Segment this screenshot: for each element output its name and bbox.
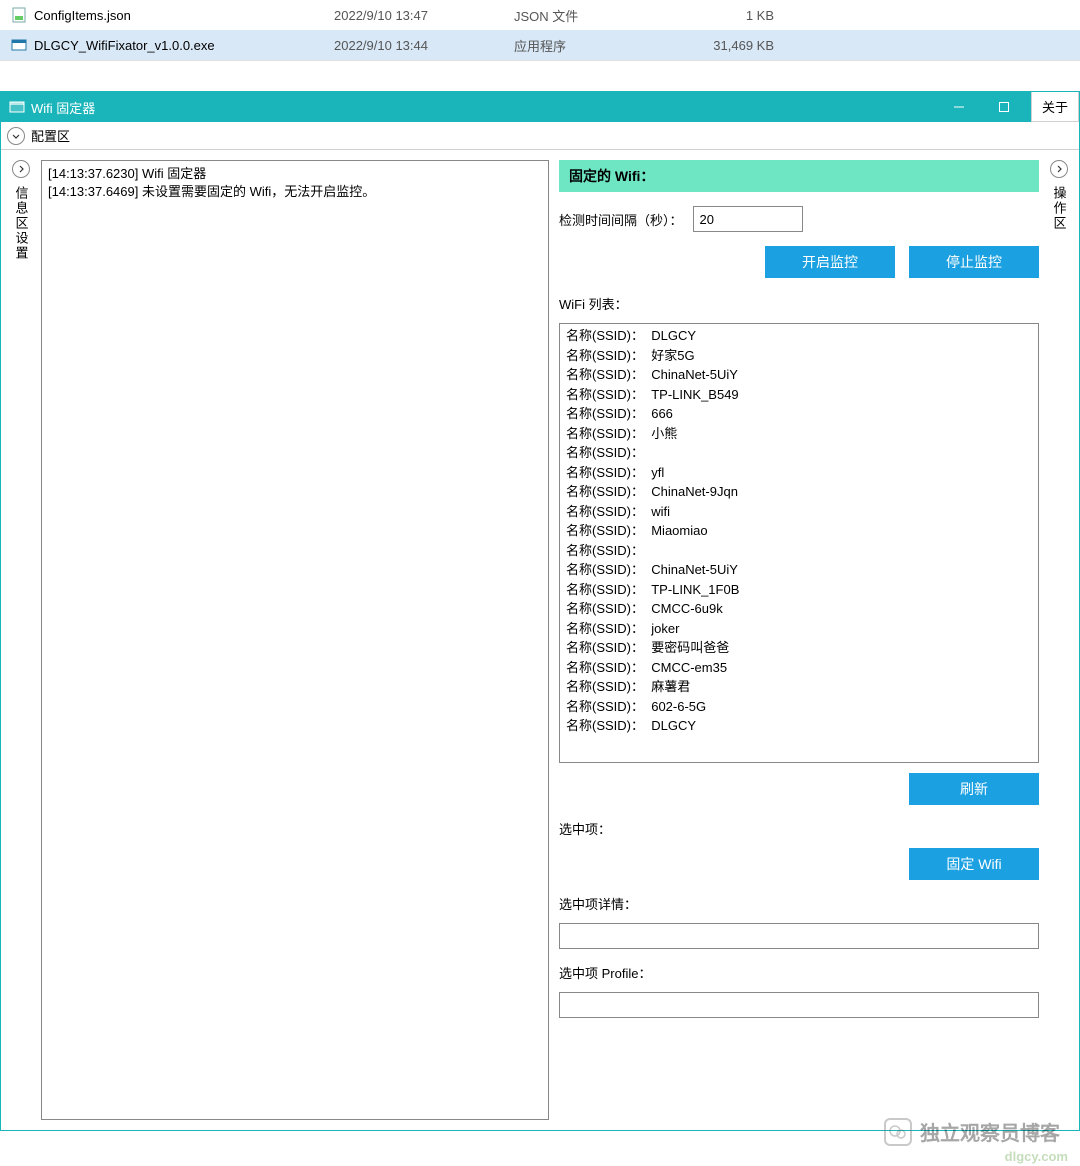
wifi-list-item[interactable]: 名称(SSID)： 602-6-5G xyxy=(566,697,1032,717)
wifi-list[interactable]: 名称(SSID)： DLGCY名称(SSID)： 好家5G名称(SSID)： C… xyxy=(559,323,1039,763)
file-date: 2022/9/10 13:47 xyxy=(334,8,514,23)
wifi-list-item[interactable]: 名称(SSID)： ChinaNet-9Jqn xyxy=(566,482,1032,502)
refresh-button[interactable]: 刷新 xyxy=(909,773,1039,805)
right-side-label: 操作区 xyxy=(1050,186,1069,231)
fixed-wifi-header: 固定的 Wifi： xyxy=(559,160,1039,192)
file-size: 31,469 KB xyxy=(674,38,774,53)
file-row[interactable]: ConfigItems.json 2022/9/10 13:47 JSON 文件… xyxy=(0,0,1080,30)
wechat-icon xyxy=(884,1118,912,1146)
minimize-button[interactable] xyxy=(936,92,981,122)
file-size: 1 KB xyxy=(674,8,774,23)
wifi-list-item[interactable]: 名称(SSID)： xyxy=(566,443,1032,463)
exe-file-icon xyxy=(10,36,28,54)
config-section-label: 配置区 xyxy=(31,126,70,145)
selected-item-label: 选中项： xyxy=(559,819,1039,838)
log-line: [14:13:37.6469] 未设置需要固定的 Wifi，无法开启监控。 xyxy=(48,183,542,201)
wifi-list-item[interactable]: 名称(SSID)： DLGCY xyxy=(566,716,1032,736)
selected-detail-input[interactable] xyxy=(559,923,1039,949)
maximize-button[interactable] xyxy=(981,92,1026,122)
file-type: 应用程序 xyxy=(514,36,674,55)
log-panel[interactable]: [14:13:37.6230] Wifi 固定器 [14:13:37.6469]… xyxy=(41,160,549,1120)
start-monitor-button[interactable]: 开启监控 xyxy=(765,246,895,278)
stop-monitor-button[interactable]: 停止监控 xyxy=(909,246,1039,278)
file-date: 2022/9/10 13:44 xyxy=(334,38,514,53)
left-side-toggle: 信息区设置 xyxy=(11,160,31,1120)
wifi-list-label: WiFi 列表： xyxy=(559,294,1039,313)
config-section-header: 配置区 xyxy=(1,122,1079,150)
json-file-icon xyxy=(10,6,28,24)
wifi-list-item[interactable]: 名称(SSID)： 好家5G xyxy=(566,346,1032,366)
collapse-config-button[interactable] xyxy=(7,127,25,145)
wifi-list-item[interactable]: 名称(SSID)： CMCC-6u9k xyxy=(566,599,1032,619)
watermark: 独立观察员博客 xyxy=(884,1117,1060,1146)
selected-profile-label: 选中项 Profile： xyxy=(559,963,1039,982)
expand-left-button[interactable] xyxy=(12,160,30,178)
wifi-list-item[interactable]: 名称(SSID)： DLGCY xyxy=(566,326,1032,346)
wifi-list-item[interactable]: 名称(SSID)： joker xyxy=(566,619,1032,639)
wifi-list-item[interactable]: 名称(SSID)： 麻薯君 xyxy=(566,677,1032,697)
file-explorer: ConfigItems.json 2022/9/10 13:47 JSON 文件… xyxy=(0,0,1080,61)
right-panel: 固定的 Wifi： 检测时间间隔（秒）： 开启监控 停止监控 WiFi 列表： … xyxy=(559,160,1039,1120)
wifi-list-item[interactable]: 名称(SSID)： 666 xyxy=(566,404,1032,424)
wifi-list-item[interactable]: 名称(SSID)： Miaomiao xyxy=(566,521,1032,541)
file-row[interactable]: DLGCY_WifiFixator_v1.0.0.exe 2022/9/10 1… xyxy=(0,30,1080,60)
app-window: Wifi 固定器 配置区 关于 信息区设置 [14:13:3 xyxy=(0,91,1080,1131)
log-line: [14:13:37.6230] Wifi 固定器 xyxy=(48,165,542,183)
wifi-list-item[interactable]: 名称(SSID)： xyxy=(566,541,1032,561)
app-icon xyxy=(9,99,25,115)
wifi-list-item[interactable]: 名称(SSID)： ChinaNet-5UiY xyxy=(566,560,1032,580)
file-name: DLGCY_WifiFixator_v1.0.0.exe xyxy=(34,38,334,53)
left-side-label: 信息区设置 xyxy=(12,186,31,261)
wifi-list-item[interactable]: 名称(SSID)： CMCC-em35 xyxy=(566,658,1032,678)
file-name: ConfigItems.json xyxy=(34,8,334,23)
wifi-list-item[interactable]: 名称(SSID)： 小熊 xyxy=(566,424,1032,444)
window-title: Wifi 固定器 xyxy=(31,98,936,117)
main-area: 信息区设置 [14:13:37.6230] Wifi 固定器 [14:13:37… xyxy=(1,150,1079,1130)
fix-wifi-button[interactable]: 固定 Wifi xyxy=(909,848,1039,880)
interval-input[interactable] xyxy=(693,206,803,232)
wifi-list-item[interactable]: 名称(SSID)： yfl xyxy=(566,463,1032,483)
wifi-list-item[interactable]: 名称(SSID)： 要密码叫爸爸 xyxy=(566,638,1032,658)
titlebar[interactable]: Wifi 固定器 xyxy=(1,92,1079,122)
selected-profile-input[interactable] xyxy=(559,992,1039,1018)
wifi-list-item[interactable]: 名称(SSID)： TP-LINK_1F0B xyxy=(566,580,1032,600)
selected-detail-label: 选中项详情： xyxy=(559,894,1039,913)
interval-label: 检测时间间隔（秒）： xyxy=(559,210,683,229)
file-type: JSON 文件 xyxy=(514,6,674,25)
wifi-list-item[interactable]: 名称(SSID)： wifi xyxy=(566,502,1032,522)
wifi-list-item[interactable]: 名称(SSID)： TP-LINK_B549 xyxy=(566,385,1032,405)
right-side-toggle: 操作区 xyxy=(1049,160,1069,1120)
wifi-list-item[interactable]: 名称(SSID)： ChinaNet-5UiY xyxy=(566,365,1032,385)
watermark-text: 独立观察员博客 xyxy=(920,1117,1060,1146)
watermark-url: dlgcy.com xyxy=(1005,1149,1068,1164)
expand-right-button[interactable] xyxy=(1050,160,1068,178)
about-button[interactable]: 关于 xyxy=(1031,92,1079,122)
